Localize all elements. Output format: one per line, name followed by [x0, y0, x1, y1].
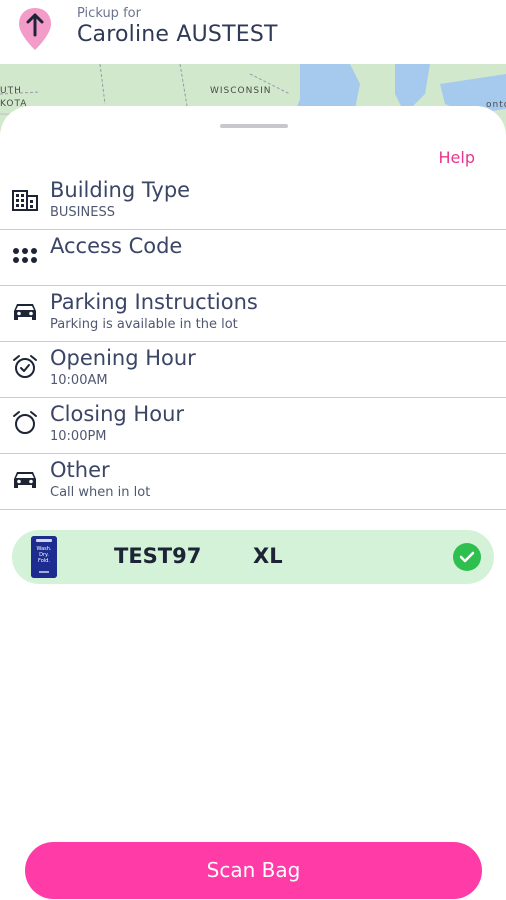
map-label: WISCONSIN [210, 86, 272, 96]
detail-row-access-code: Access Code [0, 230, 506, 286]
arrow-up-pin-icon [19, 8, 51, 50]
detail-row-other: Other Call when in lot [0, 454, 506, 510]
detail-value: Parking is available in the lot [50, 317, 238, 332]
detail-row-building-type: Building Type BUSINESS [0, 174, 506, 230]
car-icon [14, 472, 36, 488]
detail-row-parking-instructions: Parking Instructions Parking is availabl… [0, 286, 506, 342]
detail-value: BUSINESS [50, 205, 115, 220]
details-list: Building Type BUSINESS Access Code Parki… [0, 174, 506, 510]
detail-title: Closing Hour [50, 402, 185, 426]
bag-size: XL [253, 544, 283, 568]
alarm-icon [13, 411, 37, 434]
bag-item[interactable]: Wash. Dry. Fold. TEST97 XL [12, 530, 494, 584]
check-circle-icon [453, 543, 481, 571]
alarm-check-icon [13, 355, 37, 378]
pickup-header: Pickup for Caroline AUSTEST [0, 0, 506, 64]
detail-value: 10:00AM [50, 373, 108, 388]
detail-title: Building Type [50, 178, 191, 202]
building-icon [12, 190, 38, 211]
detail-row-closing-hour: Closing Hour 10:00PM [0, 398, 506, 454]
detail-title: Parking Instructions [50, 290, 258, 314]
sheet-drag-handle[interactable] [220, 124, 288, 128]
map-label: UTH [0, 86, 22, 96]
scan-bag-button[interactable]: Scan Bag [25, 842, 482, 899]
bag-image: Wash. Dry. Fold. [31, 536, 57, 578]
detail-title: Opening Hour [50, 346, 196, 370]
svg-text:Fold.: Fold. [38, 558, 50, 564]
keypad-icon [13, 248, 37, 263]
detail-row-opening-hour: Opening Hour 10:00AM [0, 342, 506, 398]
help-link[interactable]: Help [439, 148, 475, 167]
bag-id: TEST97 [114, 544, 202, 568]
detail-value: 10:00PM [50, 429, 107, 444]
car-icon [14, 304, 36, 320]
detail-value: Call when in lot [50, 485, 151, 500]
pickup-details-sheet: Help Building Type BUSINESS Access Code [0, 106, 506, 900]
pickup-for-label: Pickup for [77, 6, 141, 21]
detail-title: Access Code [50, 234, 183, 258]
laundry-bag-icon: Wash. Dry. Fold. [31, 536, 57, 578]
customer-name: Caroline AUSTEST [77, 22, 278, 47]
detail-title: Other [50, 458, 110, 482]
